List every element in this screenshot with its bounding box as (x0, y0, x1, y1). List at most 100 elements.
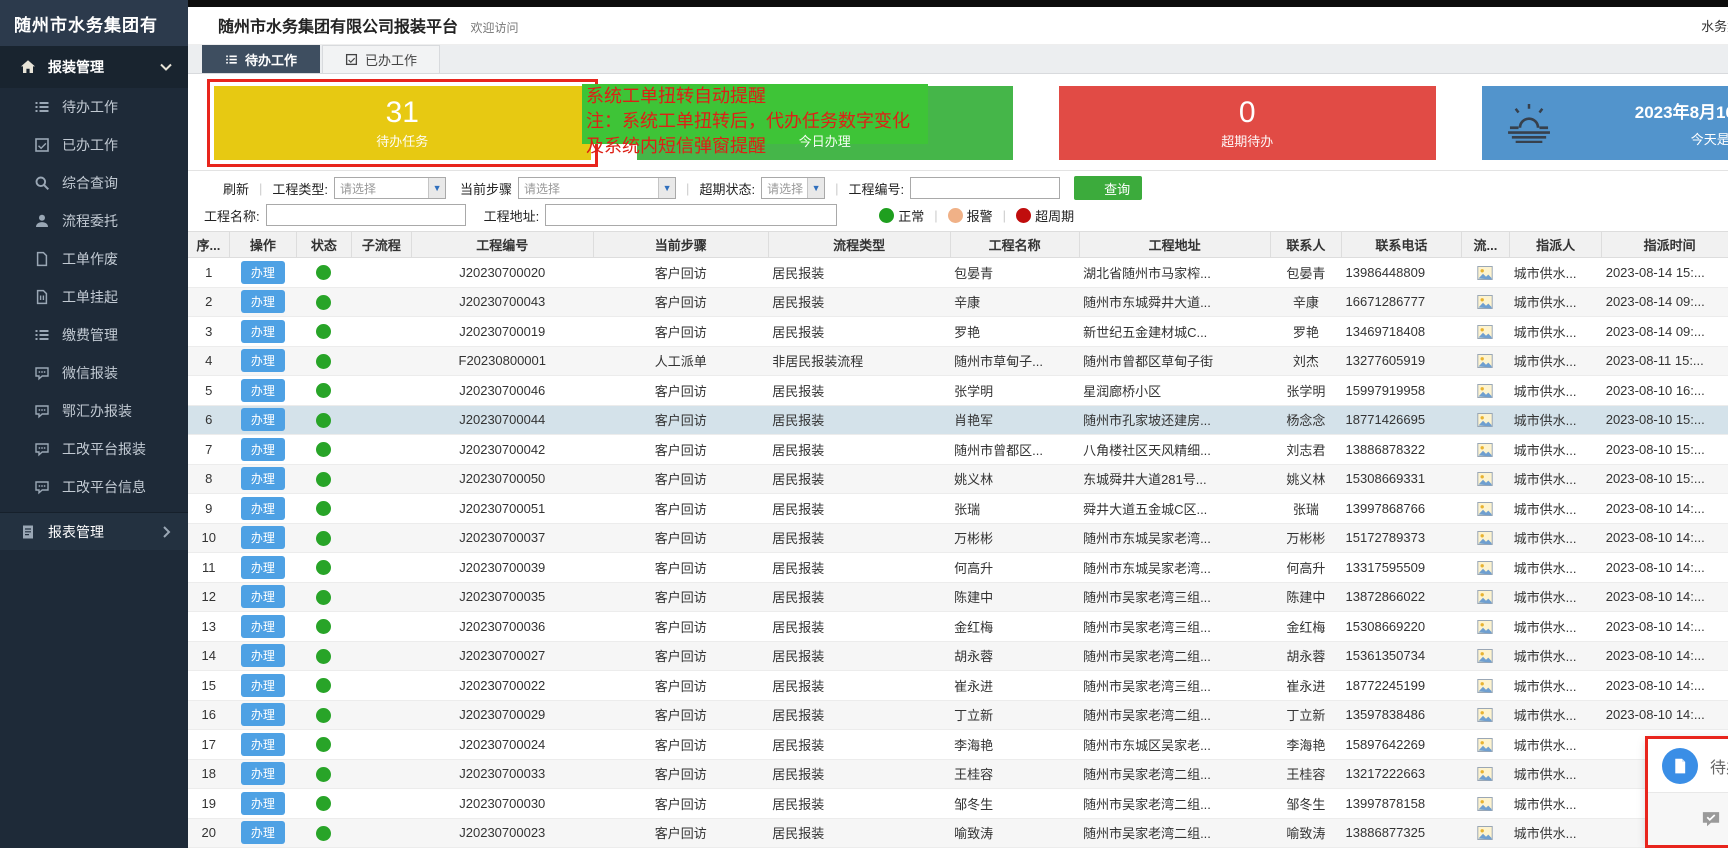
handle-button[interactable]: 办理 (241, 703, 285, 726)
image-icon[interactable] (1477, 678, 1493, 694)
column-header[interactable]: 子流程 (351, 232, 411, 258)
card-pending-tasks[interactable]: 31待办任务 (214, 86, 591, 160)
current-step-select[interactable]: 请选择 ▼ (518, 177, 676, 199)
column-header[interactable]: 状态 (296, 232, 351, 258)
column-header[interactable]: 序... (188, 232, 229, 258)
column-header[interactable]: 工程地址 (1079, 232, 1270, 258)
image-icon[interactable] (1477, 501, 1493, 517)
column-header[interactable]: 当前步骤 (593, 232, 768, 258)
handle-button[interactable]: 办理 (241, 526, 285, 549)
handle-button[interactable]: 办理 (241, 379, 285, 402)
column-header[interactable]: 流程类型 (768, 232, 950, 258)
search-button[interactable]: 查询 (1074, 176, 1142, 200)
handle-button[interactable]: 办理 (241, 762, 285, 785)
image-icon[interactable] (1477, 412, 1493, 428)
user-menu[interactable]: 水务集团客户服务中心 ▼ 水 (1701, 10, 1728, 40)
handle-button[interactable]: 办理 (241, 674, 285, 697)
card-overdue-pending[interactable]: 0超期待办 (1059, 86, 1436, 160)
table-row[interactable]: 5办理J20230700046客户回访居民报装张学明星润廊桥小区张学明15997… (188, 376, 1728, 406)
handle-button[interactable]: 办理 (241, 290, 285, 313)
table-row[interactable]: 1办理J20230700020客户回访居民报装包晏青湖北省随州市马家榨...包晏… (188, 258, 1728, 288)
handle-button[interactable]: 办理 (241, 821, 285, 844)
table-row[interactable]: 3办理J20230700019客户回访居民报装罗艳新世纪五金建材城C...罗艳1… (188, 317, 1728, 347)
image-icon[interactable] (1477, 707, 1493, 723)
project-code-input[interactable] (910, 177, 1060, 199)
image-icon[interactable] (1477, 530, 1493, 546)
project-name-input[interactable] (266, 204, 466, 226)
table-row[interactable]: 20办理J20230700023客户回访居民报装喻致涛随州市吴家老湾二组...喻… (188, 818, 1728, 848)
sidebar-item-order-suspend[interactable]: 工单挂起 (0, 278, 188, 316)
column-header[interactable]: 联系人 (1270, 232, 1341, 258)
table-row[interactable]: 12办理J20230700035客户回访居民报装陈建中随州市吴家老湾三组...陈… (188, 582, 1728, 612)
table-row[interactable]: 8办理J20230700050客户回访居民报装姚义林东城舜井大道281号...姚… (188, 464, 1728, 494)
table-row[interactable]: 4办理F20230800001人工派单非居民报装流程随州市草甸子...随州市曾都… (188, 346, 1728, 376)
image-icon[interactable] (1477, 589, 1493, 605)
sidebar-item-pending-work[interactable]: 待办工作 (0, 88, 188, 126)
sidebar-item-fee-mgmt[interactable]: 缴费管理 (0, 316, 188, 354)
handle-button[interactable]: 办理 (241, 408, 285, 431)
handle-button[interactable]: 办理 (241, 733, 285, 756)
image-icon[interactable] (1477, 324, 1493, 340)
handle-button[interactable]: 办理 (241, 615, 285, 638)
table-row[interactable]: 7办理J20230700042客户回访居民报装随州市曾都区...八角楼社区天风精… (188, 435, 1728, 465)
handle-button[interactable]: 办理 (241, 438, 285, 461)
image-icon[interactable] (1477, 471, 1493, 487)
table-row[interactable]: 16办理J20230700029客户回访居民报装丁立新随州市吴家老湾二组...丁… (188, 700, 1728, 730)
handle-button[interactable]: 办理 (241, 497, 285, 520)
table-row[interactable]: 19办理J20230700030客户回访居民报装邹冬生随州市吴家老湾二组...邹… (188, 789, 1728, 819)
sidebar-item-ehuiban-install[interactable]: 鄂汇办报装 (0, 392, 188, 430)
column-header[interactable]: 指派人 (1510, 232, 1602, 258)
handle-button[interactable]: 办理 (241, 792, 285, 815)
column-header[interactable]: 指派时间 (1602, 232, 1728, 258)
popup-item-pending-flow[interactable]: 待办流程1 (1648, 739, 1728, 792)
image-icon[interactable] (1477, 825, 1493, 841)
table-row[interactable]: 17办理J20230700024客户回访居民报装李海艳随州市东城区吴家老...李… (188, 730, 1728, 760)
column-header[interactable]: 操作 (229, 232, 296, 258)
refresh-button[interactable]: 刷新 (204, 179, 249, 198)
handle-button[interactable]: 办理 (241, 467, 285, 490)
table-row[interactable]: 18办理J20230700033客户回访居民报装王桂容随州市吴家老湾二组...王… (188, 759, 1728, 789)
project-type-select[interactable]: 请选择 ▼ (334, 177, 446, 199)
column-header[interactable]: 工程编号 (411, 232, 593, 258)
image-icon[interactable] (1477, 294, 1493, 310)
popup-item-new-message[interactable]: 您有新消息1 (1648, 792, 1728, 845)
image-icon[interactable] (1477, 265, 1493, 281)
table-row[interactable]: 11办理J20230700039客户回访居民报装何高升随州市东城吴家老湾...何… (188, 553, 1728, 583)
image-icon[interactable] (1477, 796, 1493, 812)
table-row[interactable]: 15办理J20230700022客户回访居民报装崔永进随州市吴家老湾三组...崔… (188, 671, 1728, 701)
image-icon[interactable] (1477, 353, 1493, 369)
sidebar-item-gongai-info[interactable]: 工改平台信息 (0, 468, 188, 506)
table-row[interactable]: 10办理J20230700037客户回访居民报装万彬彬随州市东城吴家老湾...万… (188, 523, 1728, 553)
tab-pending[interactable]: 待办工作 (202, 45, 320, 73)
column-header[interactable]: 流... (1461, 232, 1509, 258)
table-row[interactable]: 2办理J20230700043客户回访居民报装辛康随州市东城舜井大道...辛康1… (188, 287, 1728, 317)
image-icon[interactable] (1477, 737, 1493, 753)
sidebar-item-order-void[interactable]: 工单作废 (0, 240, 188, 278)
handle-button[interactable]: 办理 (241, 556, 285, 579)
table-row[interactable]: 9办理J20230700051客户回访居民报装张瑞舜井大道五金城C区...张瑞1… (188, 494, 1728, 524)
sidebar-item-flow-delegate[interactable]: 流程委托 (0, 202, 188, 240)
table-row[interactable]: 14办理J20230700027客户回访居民报装胡永蓉随州市吴家老湾二组...胡… (188, 641, 1728, 671)
project-addr-input[interactable] (545, 204, 837, 226)
sidebar-item-gongai-install[interactable]: 工改平台报装 (0, 430, 188, 468)
column-header[interactable]: 工程名称 (950, 232, 1079, 258)
handle-button[interactable]: 办理 (241, 585, 285, 608)
image-icon[interactable] (1477, 648, 1493, 664)
image-icon[interactable] (1477, 383, 1493, 399)
card-date-card[interactable]: 2023年8月16日 16:59:08今天是星期三 (1482, 86, 1728, 160)
image-icon[interactable] (1477, 619, 1493, 635)
table-row[interactable]: 13办理J20230700036客户回访居民报装金红梅随州市吴家老湾三组...金… (188, 612, 1728, 642)
overdue-status-select[interactable]: 请选择 ▼ (761, 177, 825, 199)
handle-button[interactable]: 办理 (241, 320, 285, 343)
image-icon[interactable] (1477, 442, 1493, 458)
sidebar-item-wechat-install[interactable]: 微信报装 (0, 354, 188, 392)
table-row[interactable]: 6办理J20230700044客户回访居民报装肖艳军随州市孔家坡还建房...杨念… (188, 405, 1728, 435)
column-header[interactable]: 联系电话 (1342, 232, 1462, 258)
sidebar-item-combined-query[interactable]: 综合查询 (0, 164, 188, 202)
handle-button[interactable]: 办理 (241, 349, 285, 372)
image-icon[interactable] (1477, 766, 1493, 782)
sidebar-item-report-mgmt[interactable]: 报表管理 (0, 512, 188, 550)
sidebar-item-install-mgmt[interactable]: 报装管理 (0, 46, 188, 88)
image-icon[interactable] (1477, 560, 1493, 576)
handle-button[interactable]: 办理 (241, 261, 285, 284)
